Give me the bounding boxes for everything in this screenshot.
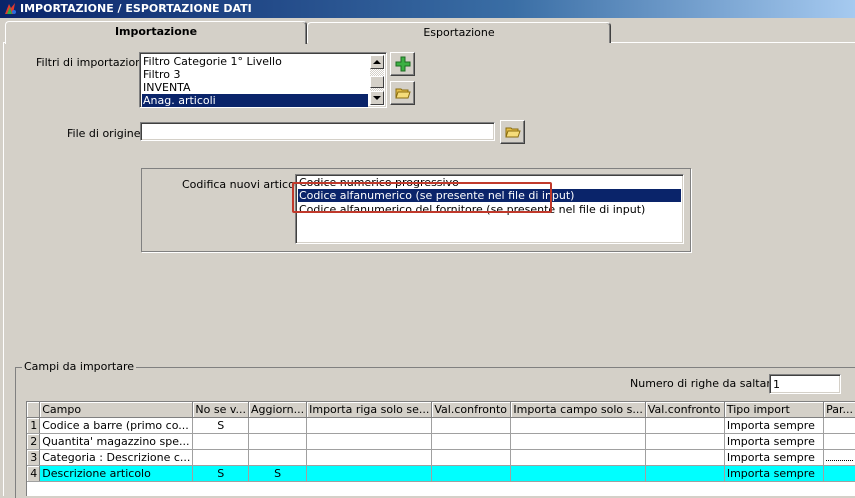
tab-importazione[interactable]: Importazione: [5, 21, 307, 44]
cell[interactable]: [823, 465, 855, 482]
title-bar: IMPORTAZIONE / ESPORTAZIONE DATI: [0, 0, 855, 18]
list-item[interactable]: Filtro Categorie 1° Livello: [142, 55, 368, 68]
row-number[interactable]: 1: [27, 417, 41, 434]
column-header[interactable]: Campo: [39, 402, 194, 418]
skip-rows-input[interactable]: [769, 374, 841, 394]
app-icon[interactable]: [3, 2, 17, 16]
add-icon: [395, 56, 411, 72]
cell[interactable]: [510, 465, 646, 482]
source-file-label: File di origine :: [67, 127, 148, 140]
skip-rows-label: Numero di righe da saltare :: [630, 377, 785, 390]
cell-nosev[interactable]: S: [192, 417, 250, 434]
open-filter-button[interactable]: [390, 81, 415, 105]
cell-nosev[interactable]: [192, 433, 250, 450]
column-header[interactable]: Importa campo solo s...: [510, 402, 646, 418]
source-file-input[interactable]: [140, 122, 495, 141]
table-row[interactable]: 3 Categoria : Descrizione c... Importa s…: [27, 449, 855, 466]
cell-tipo[interactable]: Importa sempre: [724, 465, 825, 482]
cell[interactable]: [510, 417, 646, 434]
cell-nosev[interactable]: [192, 449, 250, 466]
cell[interactable]: [431, 417, 512, 434]
highlight-box: [292, 182, 552, 213]
folder-icon: [395, 88, 411, 99]
tab-esportazione[interactable]: Esportazione: [307, 22, 611, 43]
table-row[interactable]: 1 Codice a barre (primo co... S Importa …: [27, 417, 855, 434]
coding-label: Codifica nuovi articoli :: [182, 178, 309, 191]
cell-aggiorn[interactable]: S: [248, 465, 308, 482]
row-number[interactable]: 4: [27, 465, 41, 482]
cell[interactable]: [510, 449, 646, 466]
cell-tipo[interactable]: Importa sempre: [724, 433, 825, 450]
cell[interactable]: [431, 433, 512, 450]
cell-aggiorn[interactable]: [248, 433, 308, 450]
cell-campo[interactable]: Quantita' magazzino spe...: [39, 433, 194, 450]
column-header[interactable]: Val.confronto: [645, 402, 725, 418]
cell-nosev[interactable]: S: [192, 465, 250, 482]
cell[interactable]: [306, 417, 433, 434]
column-header[interactable]: Aggiorn...: [248, 402, 308, 418]
row-number[interactable]: 2: [27, 433, 41, 450]
fields-table: Campo No se v... Aggiorn... Importa riga…: [27, 402, 855, 482]
cell-campo[interactable]: Codice a barre (primo co...: [39, 417, 194, 434]
corner-cell: [27, 402, 41, 418]
list-item[interactable]: Filtro 3: [142, 68, 368, 81]
column-header[interactable]: No se v...: [192, 402, 250, 418]
cell[interactable]: [645, 433, 725, 450]
column-header[interactable]: Val.confronto: [431, 402, 512, 418]
cell[interactable]: [823, 417, 855, 434]
table-row[interactable]: 2 Quantita' magazzino spe... Importa sem…: [27, 433, 855, 450]
window-title: IMPORTAZIONE / ESPORTAZIONE DATI: [20, 2, 252, 15]
table-header-row: Campo No se v... Aggiorn... Importa riga…: [27, 402, 855, 418]
cell[interactable]: [510, 433, 646, 450]
cell-aggiorn[interactable]: [248, 417, 308, 434]
fields-grid[interactable]: Campo No se v... Aggiorn... Importa riga…: [26, 401, 855, 496]
list-item-selected[interactable]: Anag. articoli: [142, 94, 368, 107]
chevron-up-icon: [373, 60, 381, 64]
browse-file-button[interactable]: [500, 120, 525, 144]
cell-tipo[interactable]: Importa sempre: [724, 449, 825, 466]
truncated-dots: [826, 460, 853, 461]
list-item[interactable]: INVENTA: [142, 81, 368, 94]
scrollbar-thumb[interactable]: [370, 76, 384, 88]
scroll-up-button[interactable]: [370, 55, 384, 69]
chevron-down-icon: [373, 96, 381, 100]
column-header[interactable]: Par...: [823, 402, 855, 418]
folder-icon: [505, 127, 521, 138]
cell[interactable]: [823, 449, 855, 466]
cell-campo[interactable]: Categoria : Descrizione c...: [39, 449, 194, 466]
table-row-selected[interactable]: 4 Descrizione articolo S S Importa sempr…: [27, 465, 855, 482]
row-number[interactable]: 3: [27, 449, 41, 466]
cell[interactable]: [306, 449, 433, 466]
cell[interactable]: [306, 433, 433, 450]
fields-group-label: Campi da importare: [22, 360, 136, 373]
cell-aggiorn[interactable]: [248, 449, 308, 466]
add-filter-button[interactable]: [390, 52, 415, 76]
cell-tipo[interactable]: Importa sempre: [724, 417, 825, 434]
cell[interactable]: [431, 449, 512, 466]
cell-campo[interactable]: Descrizione articolo: [39, 465, 194, 482]
column-header[interactable]: Importa riga solo se...: [306, 402, 433, 418]
cell[interactable]: [306, 465, 433, 482]
cell[interactable]: [431, 465, 512, 482]
filters-listbox[interactable]: Filtro Categorie 1° Livello Filtro 3 INV…: [139, 52, 387, 108]
cell[interactable]: [823, 433, 855, 450]
cell[interactable]: [645, 417, 725, 434]
column-header[interactable]: Tipo import: [724, 402, 825, 418]
cell[interactable]: [645, 465, 725, 482]
cell[interactable]: [645, 449, 725, 466]
scroll-down-button[interactable]: [370, 91, 384, 105]
